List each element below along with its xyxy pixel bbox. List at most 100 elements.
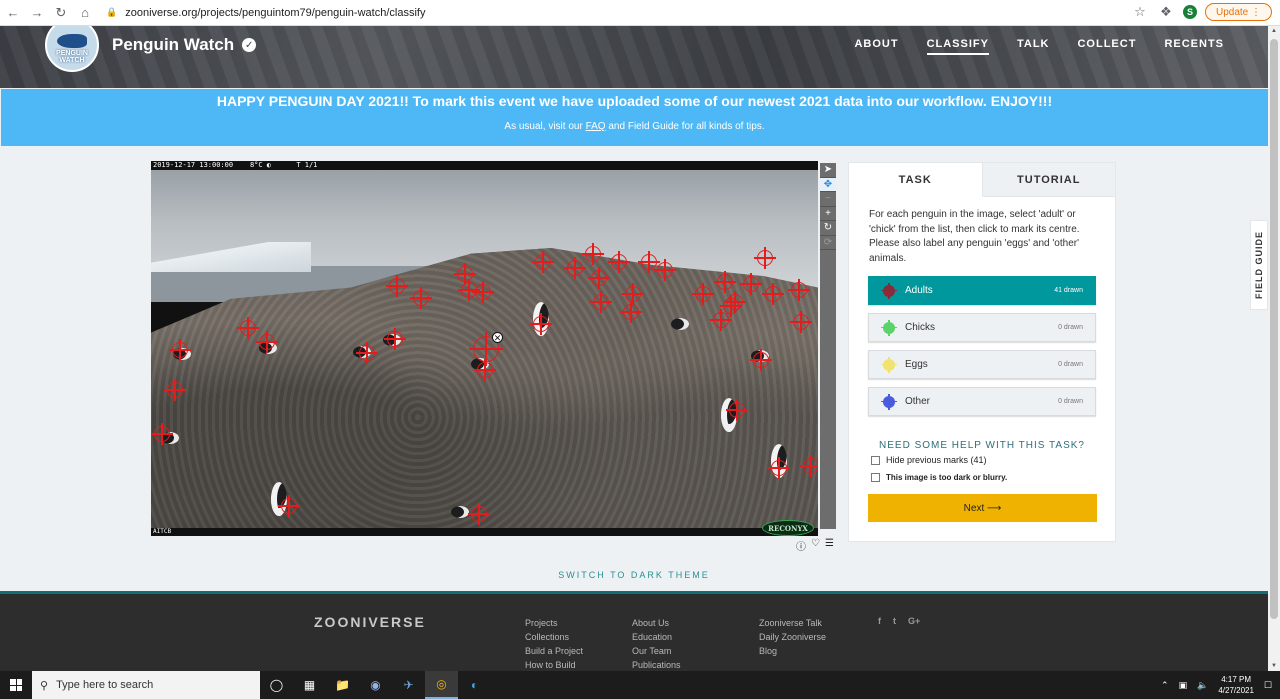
notifications-icon[interactable]: ☐: [1264, 680, 1272, 691]
footer-link[interactable]: Zooniverse Talk: [759, 617, 826, 629]
star-icon[interactable]: ☆: [1131, 3, 1149, 21]
update-button[interactable]: Update ⋮: [1204, 3, 1272, 21]
footer-link[interactable]: Blog: [759, 645, 826, 657]
adult-mark[interactable]: [384, 328, 406, 350]
adult-mark[interactable]: [790, 311, 812, 333]
zoom-out-icon[interactable]: −: [820, 192, 836, 207]
edge-icon[interactable]: ◐: [458, 671, 491, 699]
chrome-icon[interactable]: ◎: [425, 671, 458, 699]
need-help-link[interactable]: NEED SOME HELP WITH THIS TASK?: [849, 440, 1115, 451]
delete-mark-icon[interactable]: ✕: [492, 332, 503, 343]
favorite-heart-icon[interactable]: ♡: [811, 538, 820, 553]
task-view-icon[interactable]: ▦: [293, 671, 326, 699]
adult-mark[interactable]: [582, 243, 604, 265]
clock[interactable]: 4:17 PM 4/27/2021: [1218, 674, 1254, 696]
switch-theme-button[interactable]: SWITCH TO DARK THEME: [0, 570, 1268, 580]
adult-mark[interactable]: [256, 331, 278, 353]
adult-mark[interactable]: [356, 342, 378, 364]
nav-classify[interactable]: CLASSIFY: [926, 38, 989, 55]
adult-mark[interactable]: [588, 267, 610, 289]
start-button[interactable]: [0, 671, 32, 699]
footer-link[interactable]: About Us: [632, 617, 681, 629]
facebook-icon[interactable]: f: [878, 616, 881, 626]
profile-avatar[interactable]: S: [1182, 5, 1197, 19]
zoom-in-icon[interactable]: +: [820, 207, 836, 221]
reset-icon[interactable]: ⟳: [820, 236, 836, 250]
back-icon[interactable]: ←: [2, 2, 24, 24]
footer-link[interactable]: Education: [632, 631, 681, 643]
tab-task[interactable]: TASK: [849, 163, 983, 197]
tray-chevron-icon[interactable]: ⌃: [1161, 680, 1169, 691]
adult-mark[interactable]: [638, 251, 660, 273]
adult-mark[interactable]: [762, 283, 784, 305]
next-button[interactable]: Next ⟶: [868, 494, 1097, 522]
subject-image[interactable]: ✕: [151, 170, 818, 528]
volume-icon[interactable]: 🔈: [1197, 680, 1208, 691]
subject-viewer[interactable]: 2019-12-17 13:00:00 8°C ◐ T 1/1 ✕ AITCB …: [151, 161, 818, 536]
adult-mark[interactable]: [720, 295, 742, 317]
adult-mark[interactable]: [714, 271, 736, 293]
adult-mark[interactable]: [410, 287, 432, 309]
nav-about[interactable]: ABOUT: [854, 38, 898, 55]
network-icon[interactable]: ▣: [1179, 680, 1188, 691]
adult-mark[interactable]: [532, 251, 554, 273]
adult-mark[interactable]: [590, 291, 612, 313]
pointer-tool-icon[interactable]: ➤: [820, 163, 836, 178]
adult-mark[interactable]: [788, 279, 810, 301]
hide-marks-checkbox[interactable]: Hide previous marks (41): [871, 455, 1115, 465]
adult-mark[interactable]: [726, 399, 748, 421]
field-guide-tab[interactable]: FIELD GUIDE: [1250, 220, 1268, 310]
scroll-down-icon[interactable]: ▼: [1270, 663, 1278, 669]
collections-list-icon[interactable]: ☰: [825, 538, 834, 553]
adult-mark[interactable]: [622, 283, 644, 305]
cortana-icon[interactable]: ◯: [260, 671, 293, 699]
adult-mark[interactable]: [151, 423, 173, 445]
adult-mark[interactable]: [564, 257, 586, 279]
option-other[interactable]: Other 0 drawn: [868, 387, 1096, 416]
footer-link[interactable]: Projects: [525, 617, 583, 629]
forward-icon[interactable]: →: [26, 2, 48, 24]
scroll-up-icon[interactable]: ▲: [1270, 28, 1278, 34]
file-explorer-icon[interactable]: 📁: [326, 671, 359, 699]
google-plus-icon[interactable]: G+: [908, 616, 920, 626]
project-logo[interactable]: PENGUIN WATCH: [45, 26, 99, 72]
adult-mark[interactable]: [750, 349, 772, 371]
footer-link[interactable]: Publications: [632, 659, 681, 671]
project-title[interactable]: Penguin Watch: [112, 35, 234, 55]
adult-mark[interactable]: [754, 247, 776, 269]
app-icon-2[interactable]: ✈: [392, 671, 425, 699]
page-scrollbar[interactable]: ▲ ▼: [1268, 26, 1280, 671]
adult-mark[interactable]: [237, 317, 259, 339]
adult-mark[interactable]: [386, 275, 408, 297]
adult-mark[interactable]: [278, 495, 300, 517]
checkbox-box[interactable]: [871, 455, 880, 465]
move-tool-icon[interactable]: ✥: [820, 177, 836, 192]
rotate-icon[interactable]: ↻: [820, 221, 836, 236]
adult-mark[interactable]: [768, 457, 790, 479]
option-adults[interactable]: Adults 41 drawn: [868, 276, 1096, 305]
adult-mark[interactable]: [620, 301, 642, 323]
adult-mark[interactable]: [740, 273, 762, 295]
adult-mark[interactable]: [530, 313, 552, 335]
adult-mark[interactable]: [468, 503, 490, 525]
nav-talk[interactable]: TALK: [1017, 38, 1050, 55]
adult-mark[interactable]: [608, 251, 630, 273]
option-chicks[interactable]: Chicks 0 drawn: [868, 313, 1096, 342]
nav-recents[interactable]: RECENTS: [1164, 38, 1224, 55]
nav-collect[interactable]: COLLECT: [1077, 38, 1136, 55]
adult-mark[interactable]: [454, 263, 476, 285]
adult-mark[interactable]: [169, 339, 191, 361]
adult-mark[interactable]: [164, 379, 186, 401]
footer-link[interactable]: How to Build: [525, 659, 583, 671]
adult-mark[interactable]: [472, 281, 494, 303]
footer-link[interactable]: Build a Project: [525, 645, 583, 657]
too-dark-checkbox[interactable]: This image is too dark or blurry.: [871, 473, 1115, 482]
faq-link[interactable]: FAQ: [586, 121, 606, 132]
tab-tutorial[interactable]: TUTORIAL: [982, 163, 1115, 197]
adult-mark[interactable]: [692, 283, 714, 305]
checkbox-box[interactable]: [871, 473, 880, 482]
scroll-thumb[interactable]: [1270, 39, 1278, 619]
footer-link[interactable]: Daily Zooniverse: [759, 631, 826, 643]
extensions-icon[interactable]: ❖: [1157, 3, 1175, 21]
twitter-icon[interactable]: t: [893, 616, 896, 626]
